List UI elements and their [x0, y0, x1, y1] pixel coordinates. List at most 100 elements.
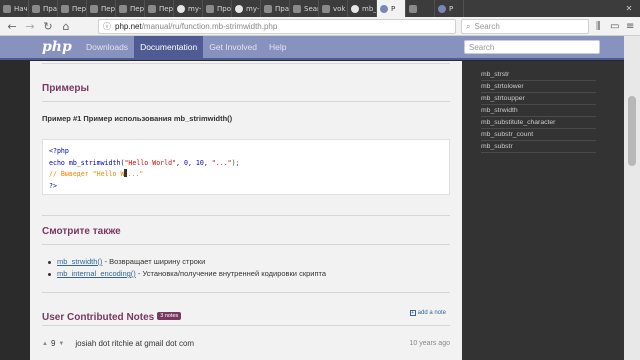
- page-favicon-icon: [264, 4, 272, 13]
- nav-link-downloads[interactable]: Downloads: [80, 36, 134, 58]
- forward-icon[interactable]: →: [22, 18, 38, 34]
- page-favicon-icon: [90, 4, 98, 13]
- browser-tab[interactable]: vok: [319, 0, 348, 17]
- divider: [42, 244, 450, 245]
- tab-label: Пер: [101, 4, 116, 13]
- see-also-heading: Смотрите также: [42, 226, 121, 237]
- vote-down-icon[interactable]: ▼: [58, 341, 64, 347]
- browser-tab[interactable]: mb_: [348, 0, 377, 17]
- notes-heading: User Contributed Notes: [42, 312, 155, 323]
- tab-label: Sear: [304, 4, 319, 13]
- sidebar-item[interactable]: mb_strtolower: [481, 81, 596, 93]
- url-host: php.net: [115, 22, 142, 31]
- browser-tab[interactable]: Пер: [116, 0, 145, 17]
- sidebar-item[interactable]: mb_substitute_character: [481, 117, 596, 129]
- page-favicon-icon: [3, 4, 11, 13]
- tab-label: vok: [333, 4, 346, 13]
- code-line: // Выведет "Hello W ...": [49, 169, 144, 178]
- sidebar-item[interactable]: mb_substr_count: [481, 129, 596, 141]
- see-also-description: - Возвращает ширину строки: [102, 257, 206, 266]
- sidebar-item[interactable]: mb_strtoupper: [481, 93, 596, 105]
- nav-link-help[interactable]: Help: [263, 36, 292, 58]
- browser-tab[interactable]: Пер: [87, 0, 116, 17]
- vote-count: 9: [50, 339, 56, 348]
- note-header: ▲ 9 ▼ josiah dot ritchie at gmail dot co…: [42, 339, 450, 348]
- tab-label: Пер: [159, 4, 174, 13]
- browser-tab[interactable]: Sear: [290, 0, 319, 17]
- address-bar[interactable]: ⓘ php.net/manual/ru/function.mb-strimwid…: [98, 19, 456, 34]
- browser-search-placeholder: Search: [474, 22, 500, 31]
- examples-heading: Примеры: [42, 83, 90, 94]
- library-icon[interactable]: ⫼: [596, 17, 601, 36]
- github-icon: [177, 4, 185, 13]
- see-also-item: mb_internal_encoding() - Установка/получ…: [48, 268, 448, 280]
- php-favicon-icon: [438, 4, 446, 13]
- home-icon[interactable]: ⌂: [58, 18, 74, 34]
- github-icon: [351, 4, 359, 13]
- browser-tab[interactable]: Нач: [0, 0, 29, 17]
- browser-tab[interactable]: my-l: [232, 0, 261, 17]
- site-search-input[interactable]: Search: [464, 40, 600, 54]
- code-line: ?>: [49, 181, 57, 190]
- search-icon: ⌕: [466, 21, 471, 31]
- tab-label: Нач: [14, 4, 28, 13]
- page-favicon-icon: [32, 4, 40, 13]
- nav-link-documentation[interactable]: Documentation: [134, 36, 204, 58]
- tab-label: my-: [188, 4, 202, 13]
- window-controls[interactable]: ✕: [618, 0, 640, 17]
- divider: [42, 101, 450, 102]
- divider: [42, 63, 450, 64]
- site-info-icon[interactable]: ⓘ: [103, 21, 111, 32]
- browser-tab[interactable]: P: [435, 0, 464, 17]
- vote-up-icon[interactable]: ▲: [42, 341, 48, 347]
- sidebar-item[interactable]: mb_substr: [481, 141, 596, 153]
- tab-label: Пра: [275, 4, 289, 13]
- tab-label: Пра: [43, 4, 57, 13]
- sidebar-icon[interactable]: ▭: [610, 17, 619, 36]
- scrollbar-thumb[interactable]: [628, 96, 636, 166]
- page-scrollbar[interactable]: [624, 36, 640, 360]
- page-favicon-icon: [119, 4, 127, 13]
- sidebar-item[interactable]: mb_strstr: [481, 69, 596, 81]
- code-line: echo mb_strimwidth("Hello World", 0, 10,…: [49, 158, 240, 167]
- tab-label: mb_: [362, 4, 377, 13]
- browser-tab[interactable]: my-: [174, 0, 203, 17]
- notes-header: User Contributed Notes 3 notes + add a not…: [42, 307, 450, 325]
- function-sidebar: mb_strstr mb_strtolower mb_strtoupper mb_st…: [462, 61, 624, 360]
- browser-tab[interactable]: Пра: [261, 0, 290, 17]
- back-icon[interactable]: ←: [4, 18, 20, 34]
- note-author: josiah dot ritchie at gmail dot com: [75, 339, 195, 348]
- code-example: <?php echo mb_strimwidth("Hello World", …: [42, 139, 450, 195]
- sidebar-item[interactable]: mb_strwidth: [481, 105, 596, 117]
- divider: [42, 325, 450, 326]
- site-navbar: php Downloads Documentation Get Involved He…: [0, 36, 624, 60]
- url-path: /manual/ru/function.mb-strimwidth.php: [141, 22, 278, 31]
- github-icon: [235, 4, 243, 13]
- reload-icon[interactable]: ↻: [40, 18, 56, 34]
- tab-label: Пер: [72, 4, 87, 13]
- browser-search-input[interactable]: ⌕ Search: [461, 19, 589, 34]
- page-favicon-icon: [61, 4, 69, 13]
- tab-label: P: [449, 4, 454, 13]
- browser-tab[interactable]: Пер: [58, 0, 87, 17]
- add-note-label: add a note: [417, 310, 446, 316]
- browser-tab[interactable]: Пер: [145, 0, 174, 17]
- add-note-link[interactable]: + add a note: [409, 310, 446, 316]
- browser-tab[interactable]: Прос: [203, 0, 232, 17]
- main-content: Примеры Пример #1 Пример использования m…: [0, 61, 462, 360]
- browser-tab[interactable]: Пра: [29, 0, 58, 17]
- page-favicon-icon: [206, 4, 214, 13]
- browser-tab[interactable]: P: [377, 0, 406, 17]
- tab-label: Пер: [130, 4, 145, 13]
- site-search-placeholder: Search: [469, 42, 495, 52]
- browser-tab[interactable]: [406, 0, 435, 17]
- php-favicon-icon: [380, 4, 388, 13]
- nav-link-get-involved[interactable]: Get Involved: [203, 36, 263, 58]
- see-also-link[interactable]: mb_internal_encoding(): [57, 269, 136, 278]
- php-logo[interactable]: php: [0, 36, 80, 58]
- see-also-link[interactable]: mb_strwidth(): [57, 257, 102, 266]
- menu-icon[interactable]: ≡: [626, 17, 634, 36]
- page-favicon-icon: [293, 4, 301, 13]
- code-line: <?php: [49, 147, 69, 155]
- browser-toolbar: ← → ↻ ⌂ ⓘ php.net/manual/ru/function.mb-…: [0, 17, 640, 36]
